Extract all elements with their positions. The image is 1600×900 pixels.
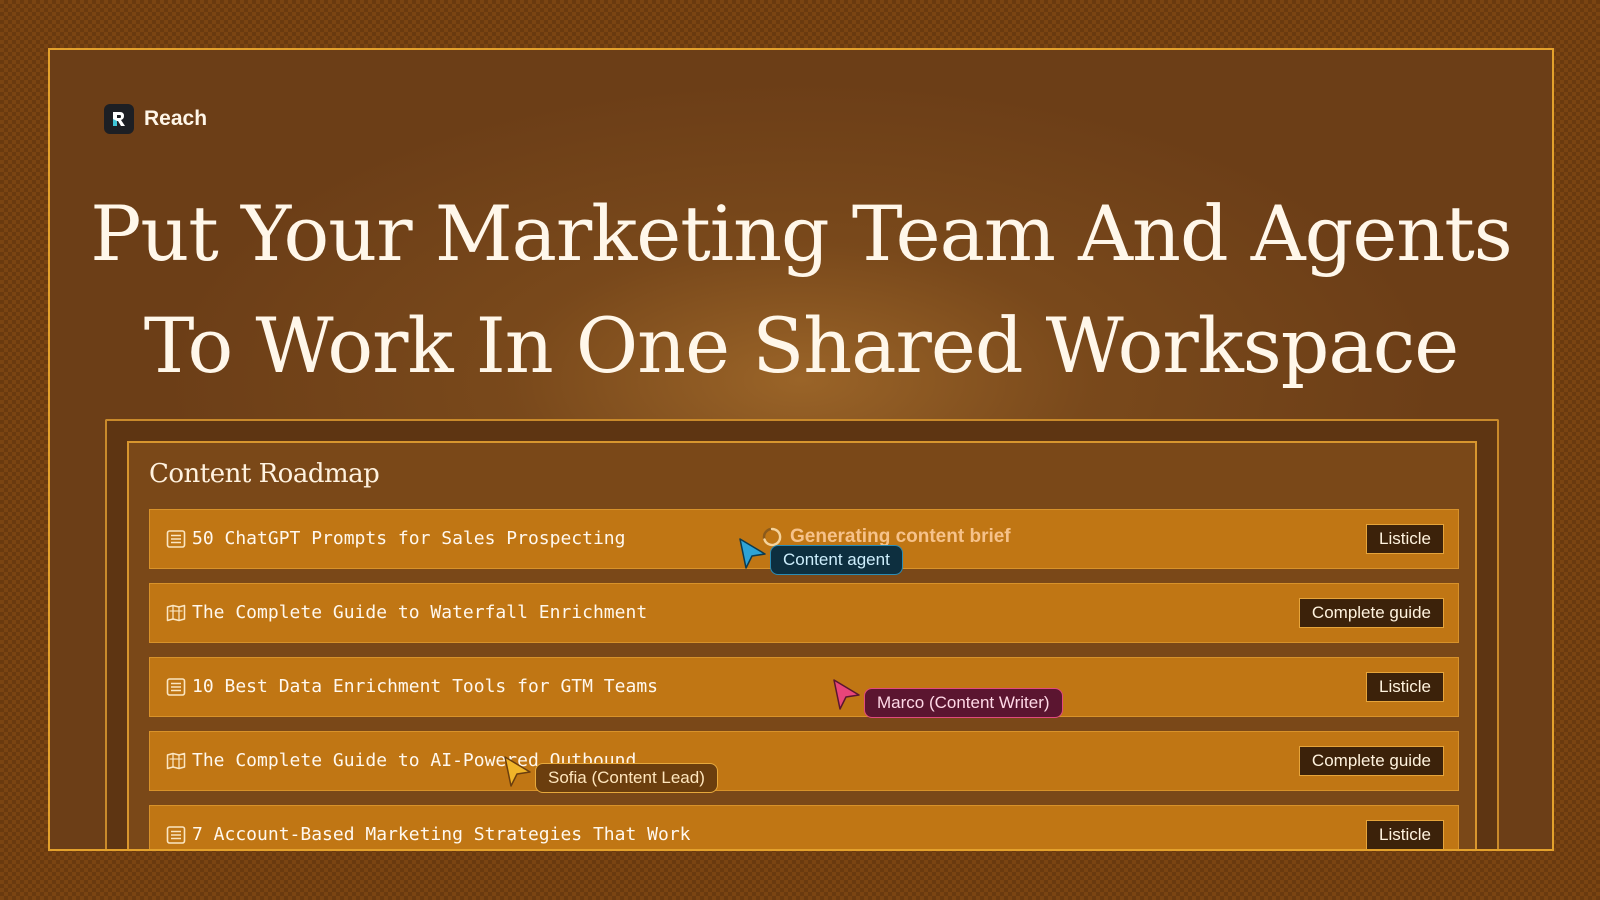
guide-icon (166, 604, 186, 622)
content-agent-label: Content agent (770, 545, 903, 575)
content-type-tag[interactable]: Listicle (1366, 524, 1444, 554)
brand[interactable]: Reach (104, 104, 207, 134)
page-headline: Put Your Marketing Team And Agents To Wo… (50, 178, 1552, 402)
row-title[interactable]: The Complete Guide to Waterfall Enrichme… (192, 602, 647, 623)
headline-line-1: Put Your Marketing Team And Agents (90, 189, 1513, 278)
list-icon (166, 530, 186, 548)
content-roadmap-board: Content Roadmap 50 ChatGPT Prompts for S… (127, 441, 1477, 849)
roadmap-row[interactable]: 10 Best Data Enrichment Tools for GTM Te… (149, 657, 1459, 717)
workspace-panel: Content Roadmap 50 ChatGPT Prompts for S… (105, 419, 1499, 849)
row-title[interactable]: 7 Account-Based Marketing Strategies Tha… (192, 824, 691, 845)
row-title[interactable]: 50 ChatGPT Prompts for Sales Prospecting (192, 528, 625, 549)
marco-cursor-label: Marco (Content Writer) (864, 688, 1063, 718)
guide-icon (166, 752, 186, 770)
content-type-tag[interactable]: Listicle (1366, 672, 1444, 702)
content-type-tag[interactable]: Complete guide (1298, 746, 1444, 776)
sofia-cursor-icon (504, 756, 531, 787)
agent-cursor-icon (739, 538, 766, 569)
sofia-cursor-label: Sofia (Content Lead) (535, 763, 718, 793)
list-icon (166, 826, 186, 844)
reach-logo-icon (104, 104, 134, 134)
brand-name: Reach (144, 107, 208, 130)
marco-cursor-icon (833, 679, 860, 710)
roadmap-title: Content Roadmap (149, 459, 380, 489)
content-type-tag[interactable]: Complete guide (1298, 598, 1444, 628)
content-type-tag[interactable]: Listicle (1366, 820, 1444, 849)
roadmap-row[interactable]: 7 Account-Based Marketing Strategies Tha… (149, 805, 1459, 849)
roadmap-row[interactable]: The Complete Guide to Waterfall Enrichme… (149, 583, 1459, 643)
roadmap-row[interactable]: The Complete Guide to AI-Powered Outboun… (149, 731, 1459, 791)
headline-line-2: To Work In One Shared Workspace (143, 301, 1460, 390)
list-icon (166, 678, 186, 696)
hero-frame: Reach Put Your Marketing Team And Agents… (48, 48, 1554, 851)
row-title[interactable]: 10 Best Data Enrichment Tools for GTM Te… (192, 676, 658, 697)
